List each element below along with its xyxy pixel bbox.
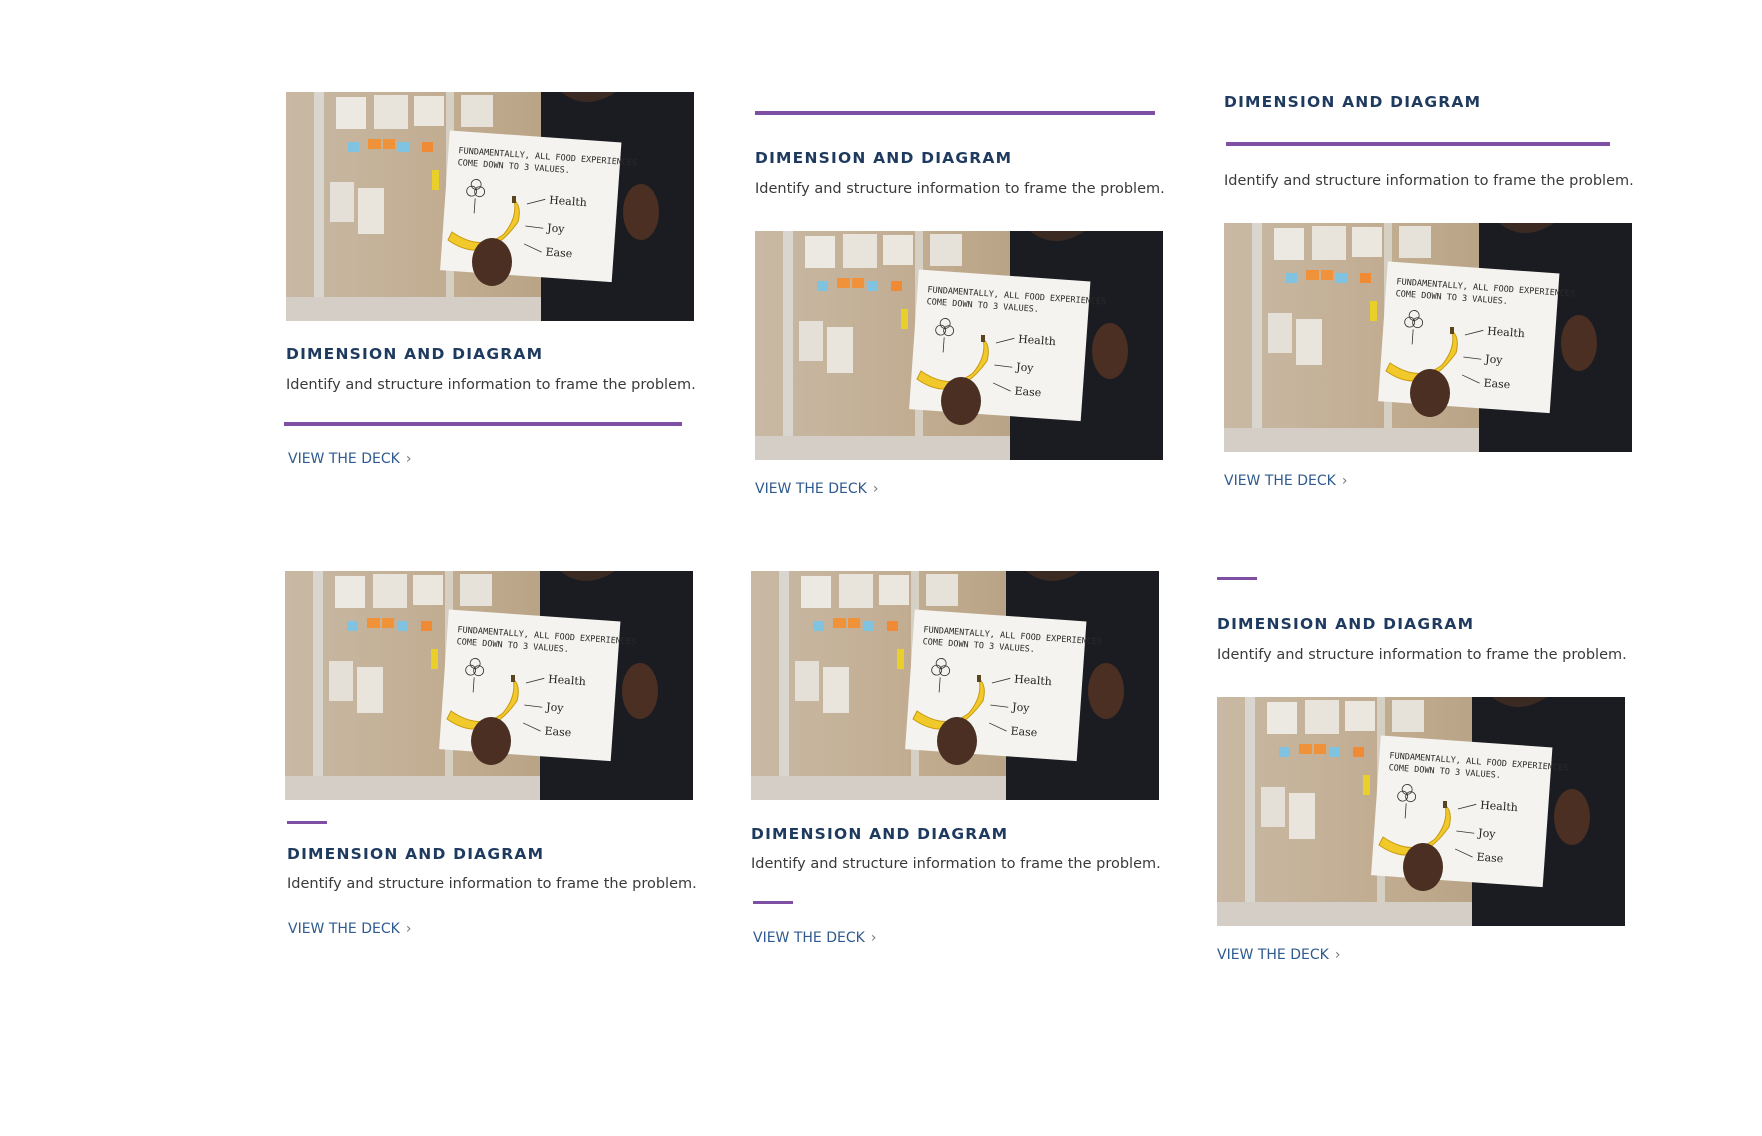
chevron-right-icon: ›	[1334, 947, 1341, 963]
chevron-right-icon: ›	[1341, 473, 1348, 489]
banana-sign-photo-icon	[1224, 223, 1632, 452]
view-deck-link[interactable]: VIEW THE DECK ›	[288, 451, 411, 467]
view-deck-link[interactable]: VIEW THE DECK ›	[755, 481, 878, 497]
banana-sign-photo-icon	[286, 92, 694, 321]
card-image[interactable]	[751, 571, 1159, 800]
view-deck-label: VIEW THE DECK	[753, 930, 865, 946]
card-image[interactable]	[1217, 697, 1625, 926]
card-description: Identify and structure information to fr…	[1217, 647, 1627, 663]
view-deck-link[interactable]: VIEW THE DECK ›	[1217, 947, 1340, 963]
accent-rule	[753, 901, 793, 904]
card-image[interactable]	[755, 231, 1163, 460]
accent-rule	[1226, 142, 1610, 146]
card-description: Identify and structure information to fr…	[755, 181, 1165, 197]
card-title: DIMENSION AND DIAGRAM	[287, 845, 545, 863]
card-image[interactable]	[285, 571, 693, 800]
card-title: DIMENSION AND DIAGRAM	[751, 825, 1009, 843]
view-deck-label: VIEW THE DECK	[288, 451, 400, 467]
card-title: DIMENSION AND DIAGRAM	[1224, 93, 1482, 111]
view-deck-link[interactable]: VIEW THE DECK ›	[753, 930, 876, 946]
chevron-right-icon: ›	[405, 451, 412, 467]
view-deck-label: VIEW THE DECK	[1217, 947, 1329, 963]
view-deck-link[interactable]: VIEW THE DECK ›	[288, 921, 411, 937]
card-title: DIMENSION AND DIAGRAM	[1217, 615, 1475, 633]
view-deck-link[interactable]: VIEW THE DECK ›	[1224, 473, 1347, 489]
banana-sign-photo-icon	[285, 571, 693, 800]
banana-sign-photo-icon	[755, 231, 1163, 460]
card-image[interactable]	[1224, 223, 1632, 452]
accent-rule	[287, 821, 327, 824]
card-description: Identify and structure information to fr…	[1224, 173, 1634, 189]
card-description: Identify and structure information to fr…	[286, 377, 696, 393]
accent-rule	[755, 111, 1155, 115]
card-title: DIMENSION AND DIAGRAM	[755, 149, 1013, 167]
card-description: Identify and structure information to fr…	[751, 856, 1161, 872]
banana-sign-photo-icon	[751, 571, 1159, 800]
chevron-right-icon: ›	[870, 930, 877, 946]
chevron-right-icon: ›	[405, 921, 412, 937]
card-description: Identify and structure information to fr…	[287, 876, 697, 892]
accent-rule	[284, 422, 682, 426]
chevron-right-icon: ›	[872, 481, 879, 497]
card-title: DIMENSION AND DIAGRAM	[286, 345, 544, 363]
view-deck-label: VIEW THE DECK	[1224, 473, 1336, 489]
banana-sign-photo-icon	[1217, 697, 1625, 926]
view-deck-label: VIEW THE DECK	[755, 481, 867, 497]
card-image[interactable]	[286, 92, 694, 321]
view-deck-label: VIEW THE DECK	[288, 921, 400, 937]
accent-rule	[1217, 577, 1257, 580]
